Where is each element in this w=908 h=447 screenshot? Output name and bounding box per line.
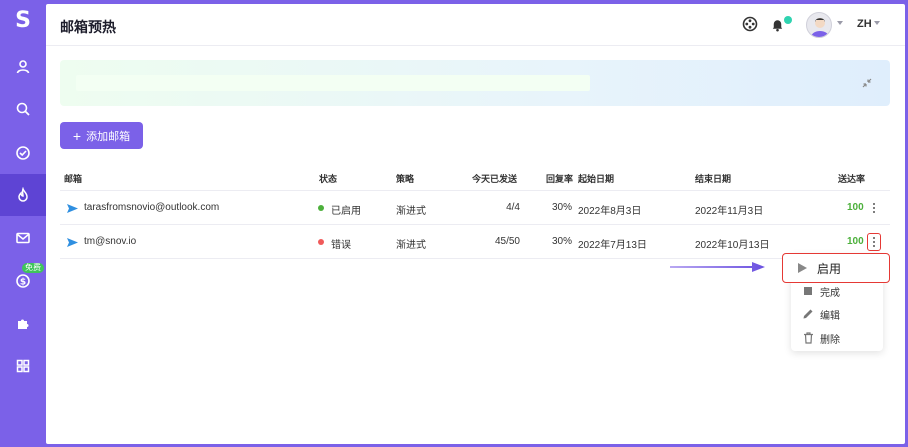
status-dot [318,205,324,211]
row-actions-menu: 启用 完成 编辑 删除 [782,253,890,351]
grid-icon [16,359,30,373]
flame-icon [18,187,28,202]
avatar-caret-icon[interactable] [837,21,843,25]
language-caret-icon[interactable] [874,21,880,25]
row-strategy: 渐进式 [396,206,426,217]
row-actions-button-highlighted[interactable] [867,233,881,251]
pencil-icon [802,308,814,320]
row-end-date: 2022年11月3日 [695,206,764,217]
sidebar-item-pricing[interactable]: $ [0,260,46,302]
banner-content [76,75,590,91]
plus-icon: + [72,127,82,144]
page-title: 邮箱预热 [60,19,116,35]
sidebar: S 免费 $ [0,0,46,447]
play-icon [796,262,808,274]
row-delivery-rate: 100 [847,202,864,213]
sidebar-item-verify[interactable] [0,132,46,174]
add-mailbox-label: 添加邮箱 [86,130,131,143]
row-actions-button[interactable] [867,199,881,217]
send-icon [67,204,78,213]
sidebar-item-profile[interactable] [0,46,46,88]
trash-icon [802,332,814,344]
col-status[interactable]: 状态 [319,172,337,185]
row-start-date: 2022年7月13日 [578,240,647,251]
language-selector[interactable]: ZH [857,18,872,30]
row-start-date: 2022年8月3日 [578,206,642,217]
col-delivery-rate[interactable]: 送达率 [838,172,865,185]
bell-icon [772,19,782,31]
row-email: tm@snov.io [84,236,137,247]
dollar-icon: $ [16,274,30,288]
stop-icon [802,285,814,297]
menu-item-label: 编辑 [820,310,840,322]
row-email: tarasfromsnovio@outlook.com [84,202,220,213]
puzzle-icon [18,319,29,329]
col-sent-today[interactable]: 今天已发送 [472,172,517,185]
sidebar-item-mail[interactable] [0,217,46,259]
col-strategy[interactable]: 策略 [396,172,414,185]
menu-item-enable[interactable]: 启用 [782,253,890,283]
add-mailbox-button[interactable]: + 添加邮箱 [60,122,143,149]
person-icon [16,60,30,74]
check-circle-icon [16,146,30,160]
row-sent-today: 4/4 [506,202,520,213]
col-reply-rate[interactable]: 回复率 [546,172,573,185]
search-icon [16,102,30,116]
collapse-icon[interactable] [862,78,872,88]
menu-item-edit[interactable]: 编辑 [791,303,883,325]
film-reel-icon [742,16,758,32]
main-panel: 邮箱预热 ZH + 添加邮箱 邮箱 状态 策略 今天已发送 回复率 起始日期 结… [46,4,905,444]
col-mailbox[interactable]: 邮箱 [64,172,82,185]
row-status: 错误 [331,240,351,251]
menu-item-complete[interactable]: 完成 [791,280,883,302]
row-delivery-rate: 100 [847,236,864,247]
sidebar-item-warmup[interactable] [0,174,46,216]
user-avatar-icon [811,18,829,37]
col-start-date[interactable]: 起始日期 [578,172,614,185]
col-end-date[interactable]: 结束日期 [695,172,731,185]
table-header: 邮箱 状态 策略 今天已发送 回复率 起始日期 结束日期 送达率 [60,162,890,191]
menu-item-label: 删除 [820,334,840,346]
film-reel-button[interactable] [740,14,760,34]
notification-dot [784,16,792,24]
row-reply-rate: 30% [551,236,572,247]
table-row[interactable]: tarasfromsnovio@outlook.com 已启用 渐进式 4/4 … [60,191,890,225]
send-icon [67,238,78,247]
row-end-date: 2022年10月13日 [695,240,770,251]
row-reply-rate: 30% [551,202,572,213]
mail-icon [16,232,30,244]
info-banner [60,60,890,106]
row-status: 已启用 [331,206,361,217]
row-sent-today: 45/50 [494,236,520,247]
avatar[interactable] [806,12,832,38]
app-logo[interactable]: S [0,8,46,33]
status-dot [318,239,324,245]
sidebar-item-integrations[interactable] [0,303,46,345]
sidebar-item-apps[interactable] [0,345,46,387]
menu-item-label: 完成 [820,287,840,299]
page-header: 邮箱预热 ZH [46,4,905,46]
menu-item-delete[interactable]: 删除 [791,327,883,349]
mailbox-table: 邮箱 状态 策略 今天已发送 回复率 起始日期 结束日期 送达率 tarasfr… [60,162,890,260]
annotation-arrow-icon [670,262,765,272]
menu-item-label: 启用 [817,261,842,276]
table-row[interactable]: tm@snov.io 错误 渐进式 45/50 30% 2022年7月13日 2… [60,225,890,259]
svg-text:$: $ [20,278,26,288]
row-strategy: 渐进式 [396,240,426,251]
sidebar-item-search[interactable] [0,88,46,130]
